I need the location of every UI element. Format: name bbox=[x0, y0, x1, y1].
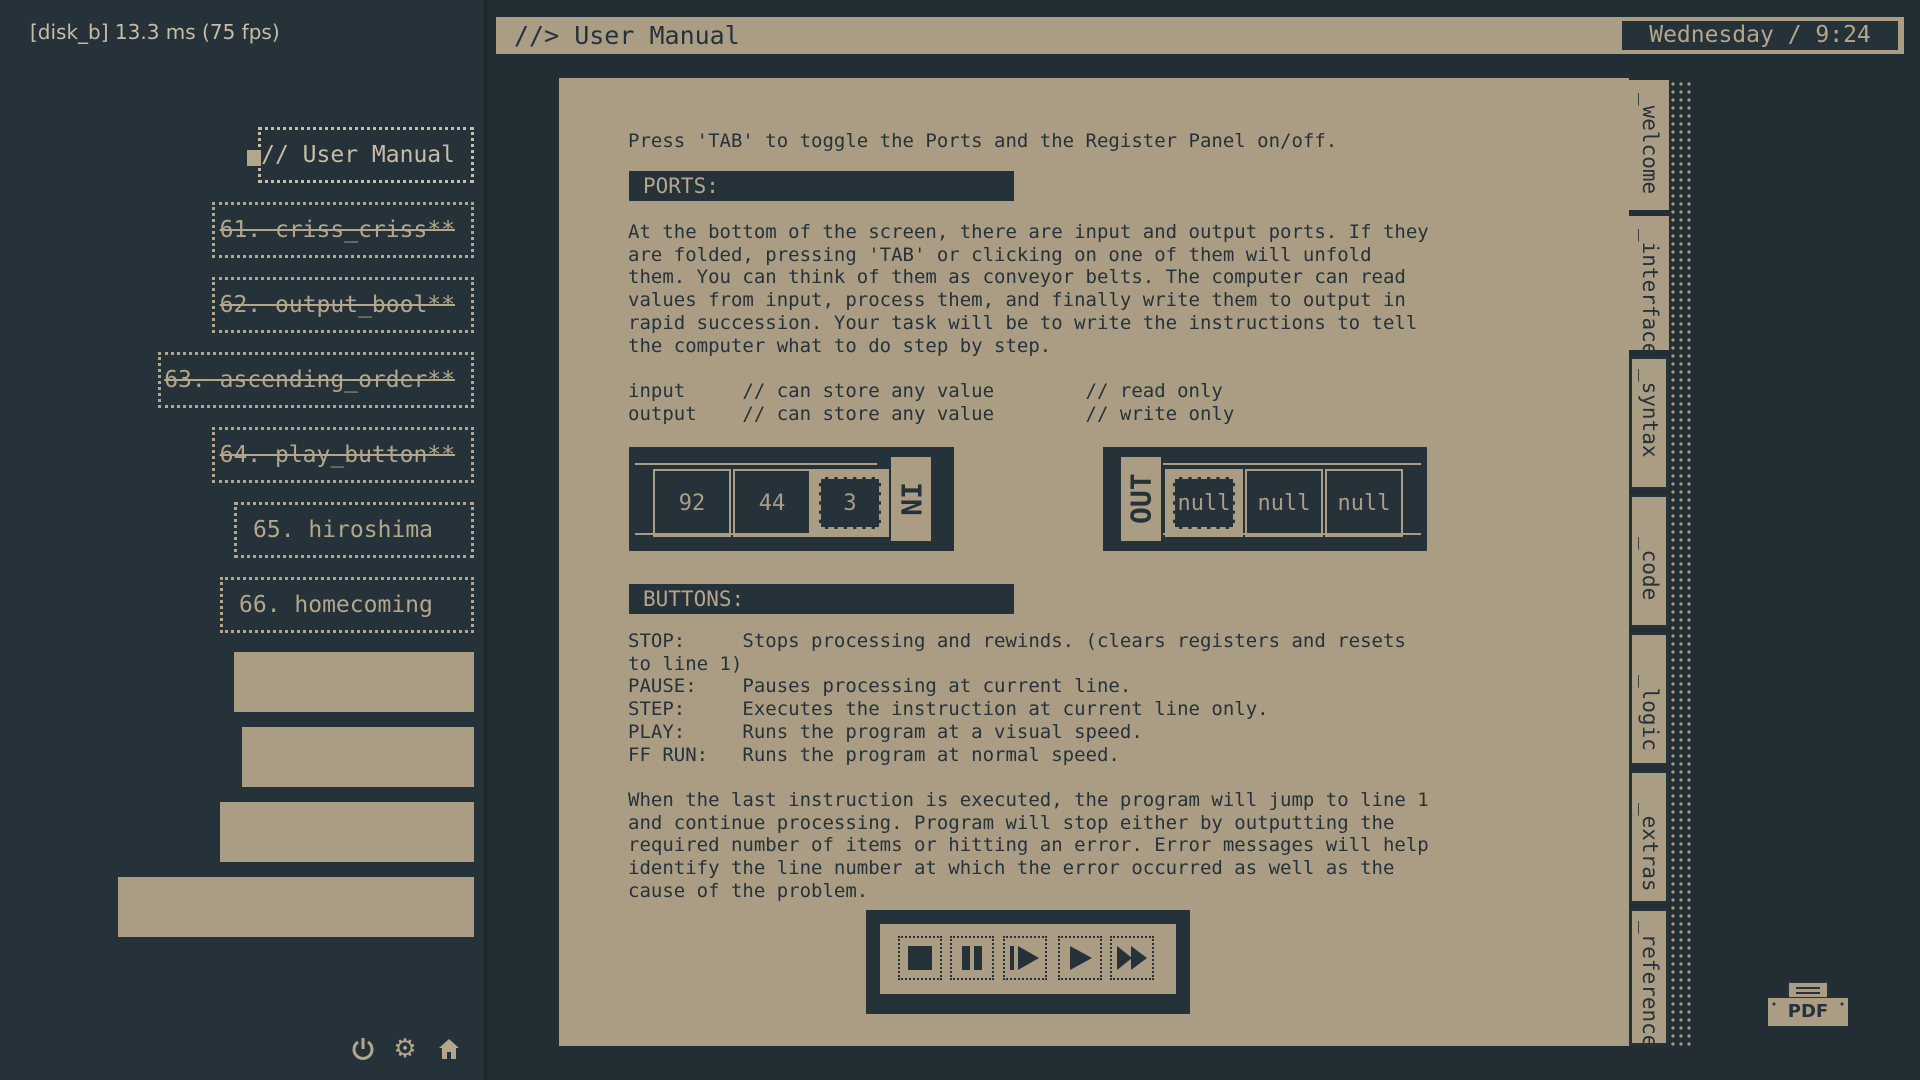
buttons-heading: BUTTONS: bbox=[629, 584, 1014, 614]
window-title: //> User Manual bbox=[514, 17, 740, 54]
tab-extras[interactable]: _extras bbox=[1629, 770, 1669, 904]
tab-label: _interface bbox=[1638, 229, 1662, 355]
level-label: 63. ascending_order** bbox=[164, 367, 455, 393]
tab-syntax[interactable]: _syntax bbox=[1629, 356, 1669, 490]
input-port-illustration: 92 44 3 IN bbox=[629, 447, 954, 551]
tab-label: _reference bbox=[1638, 921, 1662, 1047]
output-value-current: null bbox=[1165, 469, 1243, 537]
level-label: // User Manual bbox=[261, 142, 455, 168]
port-rail bbox=[1163, 463, 1421, 465]
fast-forward-icon bbox=[1110, 936, 1154, 980]
output-port-illustration: OUT null null null bbox=[1103, 447, 1427, 551]
input-port-label: IN bbox=[891, 457, 931, 541]
tab-label: _logic bbox=[1638, 675, 1662, 751]
tab-label: _extras bbox=[1638, 803, 1662, 892]
pdf-label: PDF bbox=[1766, 1001, 1850, 1022]
input-value-current: 3 bbox=[811, 469, 889, 537]
intro-text: Press 'TAB' to toggle the Ports and the … bbox=[628, 130, 1337, 153]
closing-text: When the last instruction is executed, t… bbox=[628, 789, 1429, 903]
port-rail bbox=[635, 463, 877, 465]
tab-logic[interactable]: _logic bbox=[1629, 632, 1669, 766]
level-label: 62. output_bool** bbox=[220, 292, 455, 318]
gear-icon[interactable]: ⚙ bbox=[390, 1034, 420, 1064]
level-62[interactable]: 62. output_bool** bbox=[212, 277, 474, 333]
stop-icon bbox=[898, 936, 942, 980]
tab-interface[interactable]: _interface bbox=[1629, 216, 1669, 350]
level-label: 64. play_button** bbox=[220, 442, 455, 468]
step-icon bbox=[1003, 936, 1047, 980]
ports-heading: PORTS: bbox=[629, 171, 1014, 201]
output-value: null bbox=[1325, 469, 1403, 537]
home-icon[interactable] bbox=[434, 1034, 464, 1064]
pause-icon bbox=[950, 936, 994, 980]
level-65[interactable]: 65. hiroshima bbox=[234, 502, 474, 558]
pdf-export-button[interactable]: PDF bbox=[1766, 980, 1850, 1030]
tab-code[interactable]: _code bbox=[1629, 494, 1669, 628]
locked-level bbox=[242, 727, 474, 787]
buttons-description: STOP: Stops processing and rewinds. (cle… bbox=[628, 630, 1406, 766]
selected-marker-icon bbox=[247, 150, 261, 166]
ports-table: input // can store any value // read onl… bbox=[628, 380, 1234, 425]
tab-welcome[interactable]: _welcome bbox=[1629, 80, 1669, 210]
level-label: 66. homecoming bbox=[239, 592, 433, 618]
clock: Wednesday / 9:24 bbox=[1622, 21, 1898, 50]
tab-label: _syntax bbox=[1638, 369, 1662, 458]
output-port-label: OUT bbox=[1121, 457, 1161, 541]
level-label: 65. hiroshima bbox=[253, 517, 433, 543]
tab-reference[interactable]: _reference bbox=[1629, 908, 1669, 1046]
level-66[interactable]: 66. homecoming bbox=[220, 577, 474, 633]
input-value: 44 bbox=[733, 469, 811, 537]
tab-label: _welcome bbox=[1638, 93, 1662, 194]
level-63[interactable]: 63. ascending_order** bbox=[158, 352, 474, 408]
input-value: 92 bbox=[653, 469, 731, 537]
tab-spine-dots bbox=[1669, 80, 1693, 1046]
level-user-manual[interactable]: // User Manual bbox=[258, 127, 474, 183]
tab-label: _code bbox=[1638, 537, 1662, 600]
locked-level bbox=[118, 877, 474, 937]
locked-level bbox=[234, 652, 474, 712]
frame-time-readout: [disk_b] 13.3 ms (75 fps) bbox=[30, 20, 280, 44]
power-icon[interactable] bbox=[348, 1034, 378, 1064]
level-64[interactable]: 64. play_button** bbox=[212, 427, 474, 483]
ports-description: At the bottom of the screen, there are i… bbox=[628, 221, 1429, 357]
level-label: 61. criss_criss** bbox=[220, 217, 455, 243]
play-icon bbox=[1058, 936, 1102, 980]
output-value: null bbox=[1245, 469, 1323, 537]
locked-level bbox=[220, 802, 474, 862]
level-61[interactable]: 61. criss_criss** bbox=[212, 202, 474, 258]
